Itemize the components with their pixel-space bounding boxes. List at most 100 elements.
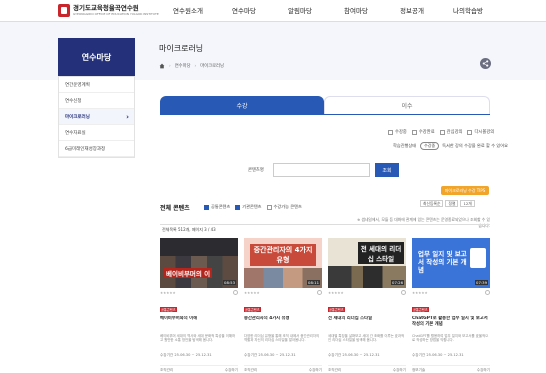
card-rating: ★★★★★ — [160, 289, 238, 296]
card-tag: 공통콘텐츠 — [412, 307, 429, 312]
card-title[interactable]: 베이비부머와의 이해 — [160, 316, 238, 328]
content-card[interactable]: 중간관리자의 4가지 유형 08:11 ★★★★★ 공통콘텐츠 중간관리자의 4… — [244, 238, 322, 373]
logo-title: 경기도교육청율곡연수원 — [73, 4, 139, 12]
card-footer: 조직관리 수강하기 — [160, 365, 238, 373]
sidebar-item-annual-plan[interactable]: 연간운영계획 — [59, 77, 134, 93]
card-date: 수강기간 25.06.30 ~ 25.12.31 — [244, 353, 296, 357]
divider — [160, 224, 490, 225]
card-thumbnail[interactable]: 전 세대의 리더십 스타일 07:26 — [328, 238, 406, 288]
checkbox[interactable] — [411, 129, 417, 135]
filter-label: 다시볼강의 — [474, 130, 495, 135]
play-icon[interactable] — [401, 290, 406, 295]
content-card-list: 베이비부머의 이 08:53 ★★★★★ 공통콘텐츠 베이비부머와의 이해 베이… — [160, 238, 490, 373]
status-filters: 수강중 수강완료 관심강의 다시볼강의 — [383, 129, 494, 135]
checkbox[interactable] — [439, 129, 445, 135]
checkbox[interactable] — [204, 204, 209, 210]
share-icon — [482, 60, 489, 67]
card-rating: ★★★★★ — [328, 289, 406, 296]
card-tag: 공통콘텐츠 — [160, 307, 177, 312]
card-footer: 조직관리 수강하기 — [244, 365, 322, 373]
content-card[interactable]: 업무 일지 및 보고서 작성의 기본 개념 07:39 ★★★★★ 공통콘텐츠 … — [412, 238, 490, 373]
filter-common-content[interactable]: 공통콘텐츠 — [204, 204, 230, 210]
gnb-item-notice[interactable]: 알림마당 — [272, 5, 328, 15]
checkbox[interactable] — [467, 129, 473, 135]
site-logo[interactable]: 경기도교육청율곡연수원 GYEONGGIDO OFFICE OF EDUCATI… — [58, 4, 159, 17]
tab-enrolled[interactable]: 수강 — [160, 96, 324, 114]
filter-completed[interactable]: 수강완료 — [411, 129, 435, 135]
search-button[interactable]: 조회 — [375, 163, 399, 177]
tab-completed[interactable]: 이수 — [324, 96, 490, 114]
sort-controls: 최신등록순 정렬 12개 — [418, 200, 475, 207]
filter-in-progress[interactable]: 수강중 — [388, 129, 407, 135]
sort-select[interactable]: 최신등록순 — [420, 200, 444, 207]
gnb-item-my-learning[interactable]: 나의학습방 — [440, 5, 496, 15]
section-title: 전체 콘텐츠 — [160, 205, 190, 212]
rating-stars: ★★★★★ — [244, 290, 260, 295]
content-notice: ※ 썸네일에서, 모듈 등 대화에 관계에 있는 콘텐츠는 운영종료되었으나 조… — [357, 217, 490, 228]
card-title[interactable]: 중간관리자의 4가지 유형 — [244, 316, 322, 328]
page-size-select[interactable]: 12개 — [460, 200, 475, 207]
logo-mark-icon — [58, 4, 70, 17]
play-icon[interactable] — [485, 290, 490, 295]
filter-available-content[interactable]: 수강가능 콘텐츠 — [266, 204, 302, 210]
logo-subtitle: GYEONGGIDO OFFICE OF EDUCATION YULGOK IN… — [73, 12, 159, 16]
tips-button[interactable]: 마이크로러닝 수강 TIPS — [441, 186, 489, 195]
search-label: 콘텐츠명 — [248, 168, 264, 173]
status-pill: 수강중 — [420, 142, 440, 150]
card-footer: 정보기술 수강하기 — [412, 365, 490, 373]
content-card[interactable]: 전 세대의 리더십 스타일 07:26 ★★★★★ 공통콘텐츠 전 세대의 리더… — [328, 238, 406, 373]
sidebar-item-microlearning[interactable]: 마이크로러닝 — [59, 109, 134, 125]
gnb-item-training[interactable]: 연수마당 — [216, 5, 272, 15]
card-thumbnail[interactable]: 중간관리자의 4가지 유형 08:11 — [244, 238, 322, 288]
checkbox[interactable] — [388, 129, 393, 135]
play-icon[interactable] — [317, 290, 322, 295]
card-title[interactable]: ChatGPT로 활용한 업무 일지 및 보고서 작성의 기본 개념 — [412, 316, 490, 328]
checkbox[interactable] — [235, 204, 241, 210]
thumbnail-title: 베이비부머의 이 — [164, 268, 213, 278]
filter-label: 수강가능 콘텐츠 — [273, 204, 302, 209]
gnb-item-disclosure[interactable]: 정보공개 — [384, 5, 440, 15]
filter-favorite[interactable]: 관심강의 — [439, 129, 463, 135]
card-thumbnail[interactable]: 업무 일지 및 보고서 작성의 기본 개념 07:39 — [412, 238, 490, 288]
card-footer: 조직관리 수강하기 — [328, 365, 406, 373]
enroll-link[interactable]: 수강하기 — [393, 368, 406, 373]
rating-stars: ★★★★★ — [328, 290, 344, 295]
gnb-item-about[interactable]: 연수원소개 — [160, 5, 216, 15]
global-nav: 연수원소개 연수마당 알림마당 참여마당 정보공개 나의학습방 — [160, 5, 496, 15]
enroll-link[interactable]: 수강하기 — [309, 368, 322, 373]
filter-label: 관심강의 — [446, 130, 463, 135]
checkbox[interactable] — [266, 204, 272, 210]
order-select[interactable]: 정렬 — [445, 200, 459, 207]
sidebar-menu: 연간운영계획 연수신청 마이크로러닝 연수자료실 6급미래인재성장과정 — [58, 76, 135, 158]
home-icon[interactable] — [159, 63, 165, 69]
card-date: 수강기간 25.06.30 ~ 25.12.31 — [328, 353, 380, 357]
card-title[interactable]: 전 세대의 리더십 스타일 — [328, 316, 406, 328]
sidebar-item-future-talent[interactable]: 6급미래인재성장과정 — [59, 141, 134, 157]
enroll-link[interactable]: 수강하기 — [225, 368, 238, 373]
document-illustration — [470, 248, 486, 268]
card-category: 조직관리 — [328, 368, 342, 372]
breadcrumb-item-current: 마이크로러닝 — [200, 64, 224, 69]
content-type-filters: 공통콘텐츠 기관콘텐츠 수강가능 콘텐츠 — [199, 204, 302, 210]
filter-rewatch[interactable]: 다시볼강의 — [467, 129, 494, 135]
duration-badge: 07:39 — [475, 280, 488, 285]
card-rating: ★★★★★ — [412, 289, 490, 296]
share-button[interactable] — [480, 58, 491, 69]
breadcrumb-separator: › — [194, 63, 197, 69]
card-tag: 공통콘텐츠 — [328, 307, 345, 312]
sidebar-item-apply[interactable]: 연수신청 — [59, 93, 134, 109]
filter-agency-content[interactable]: 기관콘텐츠 — [235, 204, 262, 210]
card-thumbnail[interactable]: 베이비부머의 이 08:53 — [160, 238, 238, 288]
gnb-item-participate[interactable]: 참여마당 — [328, 5, 384, 15]
thumbnail-title: 중간관리자의 4가지 유형 — [250, 244, 316, 266]
enroll-link[interactable]: 수강하기 — [477, 368, 490, 373]
card-category: 조직관리 — [244, 368, 258, 372]
progress-legend: 학습진행상태 수강중 독서한 강의 수강을 완료 할 수 있어요 — [393, 142, 508, 150]
sidebar-item-materials[interactable]: 연수자료실 — [59, 125, 134, 141]
rating-stars: ★★★★★ — [160, 290, 176, 295]
site-header: 경기도교육청율곡연수원 GYEONGGIDO OFFICE OF EDUCATI… — [0, 0, 546, 22]
play-icon[interactable] — [233, 290, 238, 295]
content-card[interactable]: 베이비부머의 이 08:53 ★★★★★ 공통콘텐츠 베이비부머와의 이해 베이… — [160, 238, 238, 373]
content-search-input[interactable] — [273, 163, 370, 177]
breadcrumb-item-training[interactable]: 연수마당 — [175, 63, 191, 69]
